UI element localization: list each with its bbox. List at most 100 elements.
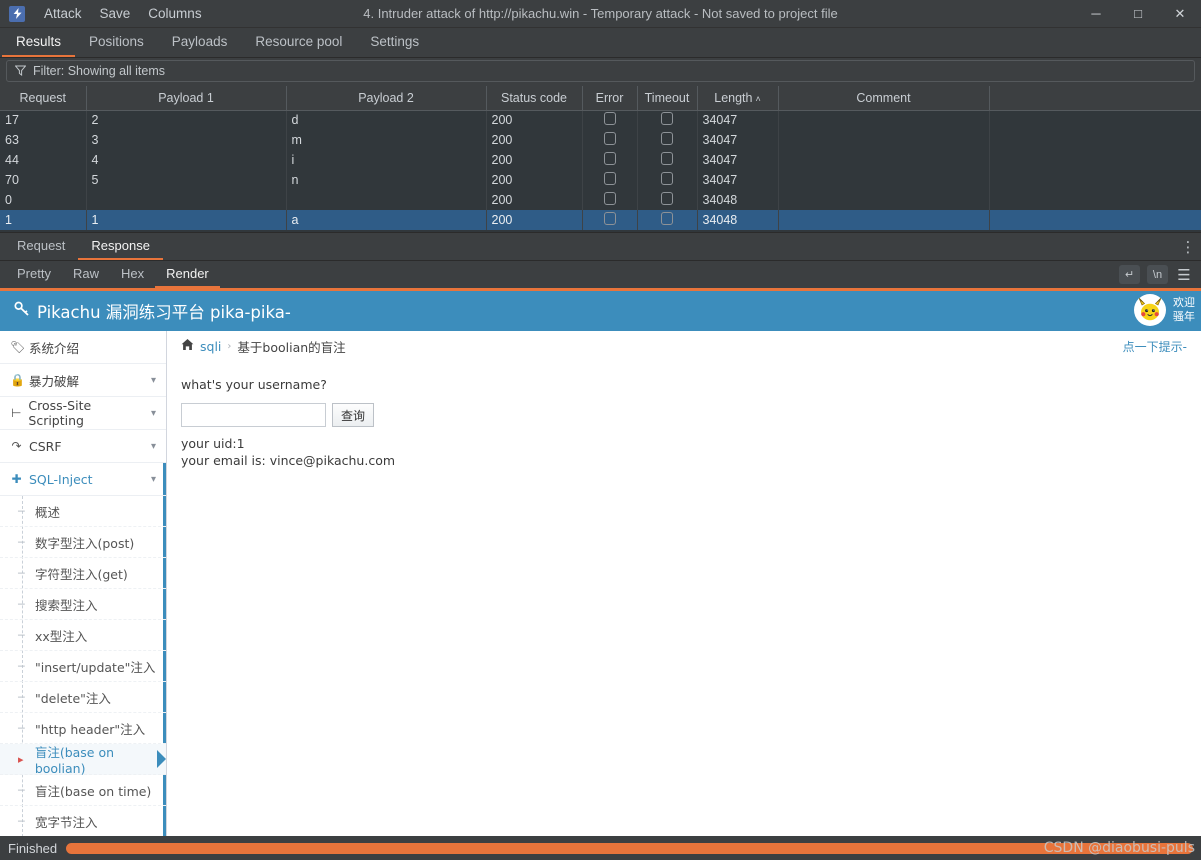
chevron-down-icon: ▾ <box>150 407 156 419</box>
timeout-checkbox[interactable] <box>661 192 673 205</box>
response-menu-icon[interactable]: ☰ <box>1175 266 1193 284</box>
dash-icon: ─ <box>18 690 25 704</box>
show-newlines-icon[interactable]: \n <box>1147 265 1168 284</box>
column-header-comment[interactable]: Comment <box>778 86 990 111</box>
menu-columns[interactable]: Columns <box>139 3 210 24</box>
cell-comment <box>778 170 990 190</box>
cell-request: 1 <box>0 210 87 230</box>
table-header-row: Request Payload 1 Payload 2 Status code … <box>0 86 1201 111</box>
timeout-checkbox[interactable] <box>661 132 673 145</box>
cell-payload1: 4 <box>86 150 287 170</box>
cell-filler <box>989 150 1201 170</box>
view-icon-group: ↵ \n ☰ <box>1119 261 1201 288</box>
sidebar-item-system-intro[interactable]: 🏷 系统介绍 <box>0 331 166 364</box>
error-checkbox[interactable] <box>603 112 616 126</box>
menu-save[interactable]: Save <box>91 3 140 24</box>
tab-request[interactable]: Request <box>4 233 78 260</box>
site-brand[interactable]: Pikachu 漏洞练习平台 pika-pika- <box>14 299 291 323</box>
maximize-button[interactable]: □ <box>1117 0 1159 27</box>
tab-response[interactable]: Response <box>78 233 163 260</box>
sidebar-item-sql-inject[interactable]: ✚ SQL-Inject ▾ <box>0 463 166 496</box>
timeout-checkbox[interactable] <box>661 172 673 185</box>
column-header-error[interactable]: Error <box>582 86 638 111</box>
submenu-item-blind-time[interactable]: ─ 盲注(base on time) <box>0 775 166 806</box>
submenu-item-delete[interactable]: ─ "delete"注入 <box>0 682 166 713</box>
column-header-timeout[interactable]: Timeout <box>637 86 698 111</box>
submenu-item-overview[interactable]: ─ 概述 <box>0 496 166 527</box>
tab-raw[interactable]: Raw <box>62 261 110 288</box>
tab-payloads[interactable]: Payloads <box>158 28 242 57</box>
error-checkbox[interactable] <box>603 132 616 145</box>
column-header-payload2[interactable]: Payload 2 <box>286 86 487 111</box>
cell-error <box>582 110 638 130</box>
sidebar-item-label: SQL-Inject <box>29 471 93 487</box>
username-form: 查询 <box>181 403 1187 427</box>
window-controls: ─ □ ✕ <box>1075 0 1201 27</box>
tab-resource-pool[interactable]: Resource pool <box>241 28 356 57</box>
submenu-item-xx[interactable]: ─ xx型注入 <box>0 620 166 651</box>
result-uid: your uid:1 <box>181 436 245 451</box>
tab-settings[interactable]: Settings <box>356 28 433 57</box>
close-button[interactable]: ✕ <box>1159 0 1201 27</box>
error-checkbox[interactable] <box>603 212 616 225</box>
table-row[interactable]: 17 2 d 200 34047 <box>0 110 1201 130</box>
filter-bar-container: Filter: Showing all items <box>0 58 1201 86</box>
tab-render[interactable]: Render <box>155 261 220 288</box>
menu-attack[interactable]: Attack <box>35 3 91 24</box>
submenu-item-blind-boolian[interactable]: ▸ 盲注(base on boolian) <box>0 744 166 776</box>
results-table-container[interactable]: Request Payload 1 Payload 2 Status code … <box>0 86 1201 233</box>
submenu-item-wide-byte[interactable]: ─ 宽字节注入 <box>0 806 166 836</box>
query-submit-button[interactable]: 查询 <box>332 403 375 427</box>
timeout-checkbox[interactable] <box>661 212 673 225</box>
tab-results[interactable]: Results <box>2 28 76 57</box>
sidebar-item-xss[interactable]: ⊢ Cross-Site Scripting ▾ <box>0 397 166 430</box>
column-header-payload1[interactable]: Payload 1 <box>86 86 287 111</box>
submenu-item-label: 盲注(base on boolian) <box>34 745 115 776</box>
error-checkbox[interactable] <box>603 172 616 185</box>
sidebar-item-brute-force[interactable]: 🔒 暴力破解 ▾ <box>0 364 166 397</box>
pikachu-avatar <box>1134 294 1166 326</box>
column-header-status-code[interactable]: Status code <box>486 86 583 111</box>
cell-request: 70 <box>0 170 87 190</box>
table-row[interactable]: 44 4 i 200 34047 <box>0 150 1201 170</box>
dash-icon: ─ <box>18 721 25 735</box>
tab-positions[interactable]: Positions <box>75 28 158 57</box>
welcome-line-1: 欢迎 <box>1173 296 1195 310</box>
tab-hex[interactable]: Hex <box>110 261 155 288</box>
cell-request: 0 <box>0 190 87 210</box>
hint-link[interactable]: 点一下提示- <box>1123 338 1187 355</box>
breadcrumb-root-link[interactable]: sqli <box>200 339 221 354</box>
submenu-item-http-header[interactable]: ─ "http header"注入 <box>0 713 166 744</box>
home-icon[interactable] <box>181 338 194 354</box>
submenu-item-search[interactable]: ─ 搜索型注入 <box>0 589 166 620</box>
word-wrap-icon[interactable]: ↵ <box>1119 265 1140 284</box>
timeout-checkbox[interactable] <box>661 152 673 165</box>
table-row-selected[interactable]: 1 1 a 200 34048 <box>0 210 1201 230</box>
minimize-button[interactable]: ─ <box>1075 0 1117 27</box>
submenu-item-insert-update[interactable]: ─ "insert/update"注入 <box>0 651 166 682</box>
sidebar-item-csrf[interactable]: ↷ CSRF ▾ <box>0 430 166 463</box>
cell-payload1 <box>86 190 287 210</box>
cell-request: 17 <box>0 110 87 130</box>
error-checkbox[interactable] <box>603 152 616 165</box>
cell-filler <box>989 210 1201 230</box>
timeout-checkbox[interactable] <box>661 112 673 126</box>
table-row[interactable]: 63 3 m 200 34047 <box>0 130 1201 150</box>
error-checkbox[interactable] <box>603 192 616 205</box>
table-row[interactable]: 0 200 34048 <box>0 190 1201 210</box>
sidebar-item-label: Cross-Site Scripting <box>28 398 92 428</box>
submenu-item-string-get[interactable]: ─ 字符型注入(get) <box>0 558 166 589</box>
tab-pretty[interactable]: Pretty <box>6 261 62 288</box>
column-header-length[interactable]: Length ˄ <box>697 86 779 111</box>
dash-icon: ─ <box>18 597 25 611</box>
filter-bar[interactable]: Filter: Showing all items <box>6 59 1195 82</box>
username-input[interactable] <box>181 403 326 427</box>
intruder-tabs: Results Positions Payloads Resource pool… <box>0 28 1201 58</box>
table-row[interactable]: 70 5 n 200 34047 <box>0 170 1201 190</box>
kebab-menu-icon[interactable]: ⋮ <box>1175 233 1201 260</box>
cell-timeout <box>637 150 698 170</box>
cell-payload1: 5 <box>86 170 287 190</box>
column-header-request[interactable]: Request <box>0 86 87 111</box>
submenu-item-numeric-post[interactable]: ─ 数字型注入(post) <box>0 527 166 558</box>
user-badge[interactable]: 欢迎 骚年 <box>1134 294 1195 326</box>
